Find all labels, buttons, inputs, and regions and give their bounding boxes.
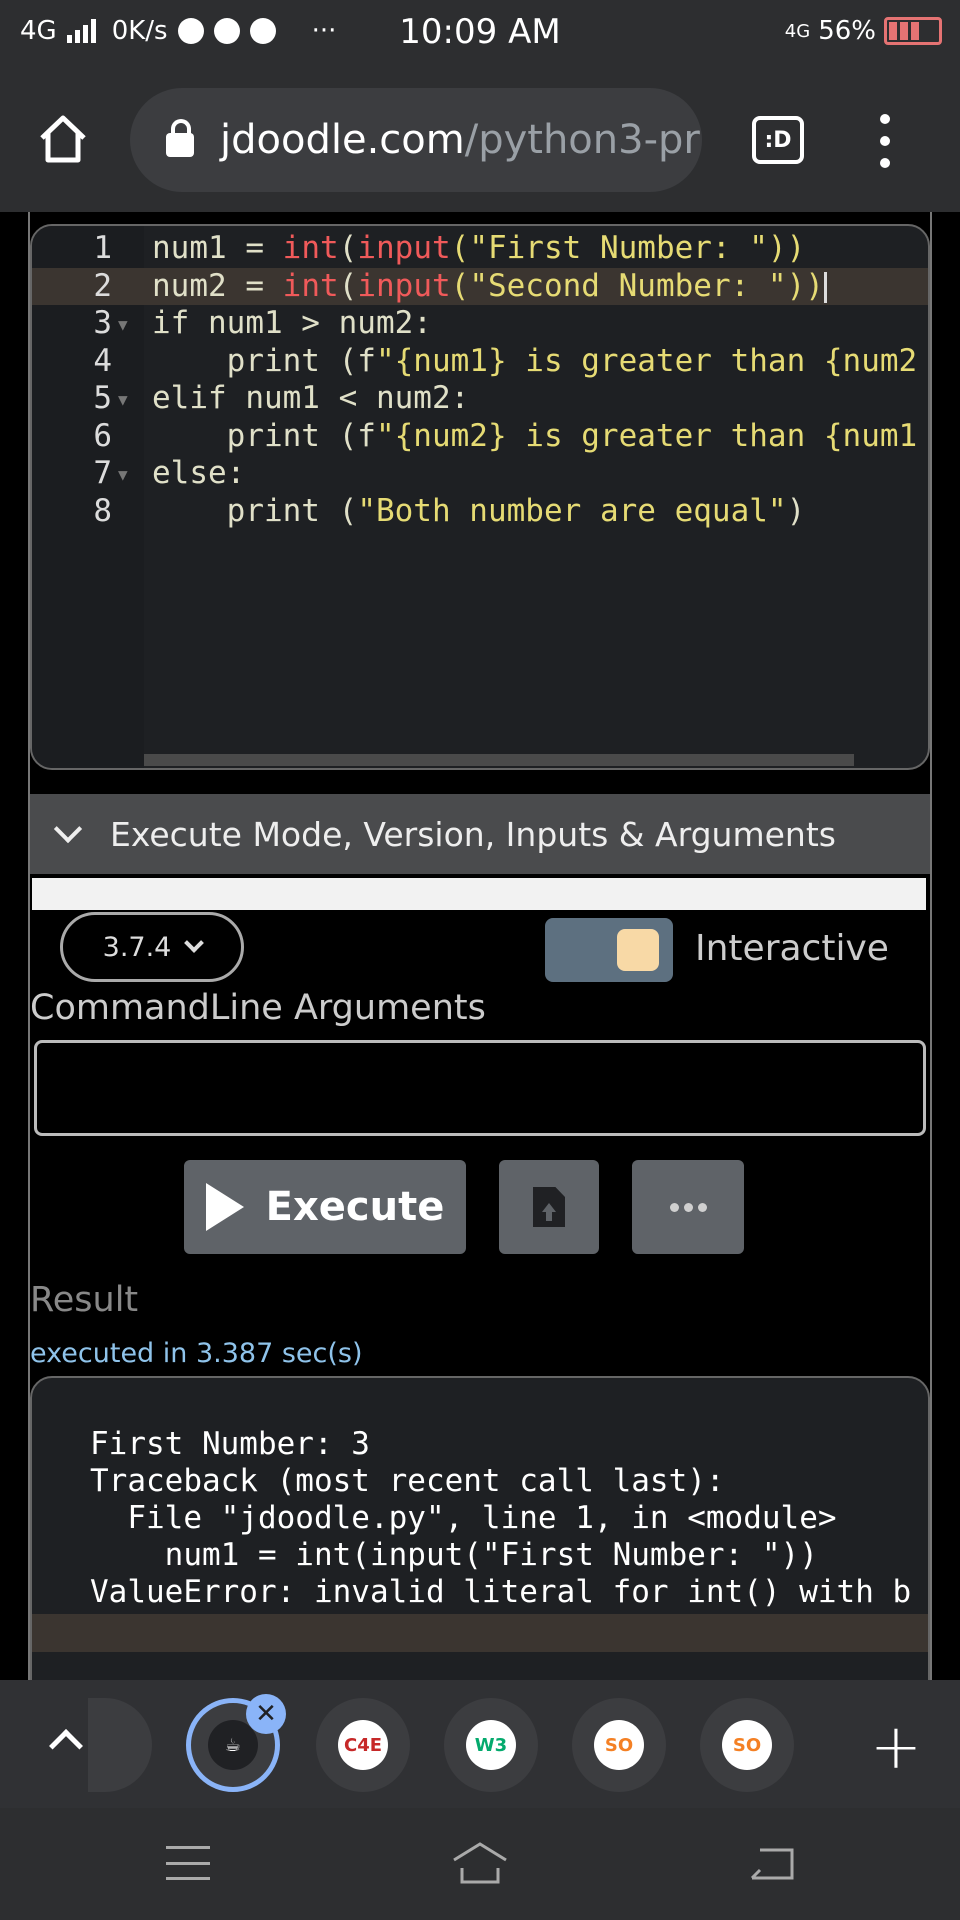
execute-button[interactable]: Execute — [184, 1160, 466, 1254]
code-text: num1 = int(input("First Number: ")) — [152, 230, 806, 266]
code-line[interactable]: 3 ▼ if num1 > num2: — [32, 305, 928, 342]
fold-arrow-icon[interactable]: ▼ — [118, 465, 128, 484]
fold-arrow-icon[interactable]: ▼ — [118, 390, 128, 409]
c4e-favicon-icon: C4E — [338, 1720, 388, 1770]
output-line: Traceback (most recent call last): — [90, 1463, 725, 1499]
tab-switcher-button[interactable]: :D — [752, 116, 804, 164]
output-panel: First Number: 3 Traceback (most recent c… — [30, 1376, 930, 1680]
execution-time: executed in 3.387 sec(s) — [30, 1338, 363, 1369]
browser-toolbar: jdoodle.com/python3-pr :D — [0, 66, 960, 212]
text-cursor — [823, 271, 827, 303]
tab-stackoverflow[interactable]: SO — [572, 1698, 666, 1792]
back-nav-icon[interactable] — [748, 1844, 796, 1884]
new-tab-button[interactable]: + — [870, 1710, 922, 1783]
stdin-strip — [32, 878, 926, 910]
execute-options-title: Execute Mode, Version, Inputs & Argument… — [110, 814, 836, 854]
line-number: 8 — [93, 492, 112, 529]
home-nav-icon[interactable] — [450, 1838, 510, 1888]
code-line[interactable]: 7 ▼ else: — [32, 455, 928, 492]
code-text: else: — [152, 455, 246, 491]
network-type-right: 4G — [784, 20, 811, 42]
tab-w3[interactable]: W3 — [444, 1698, 538, 1792]
execute-label: Execute — [265, 1184, 445, 1230]
page-content: 1 num1 = int(input("First Number: ")) 2 num… — [0, 212, 960, 1680]
url-path: /python3-pr — [464, 117, 700, 163]
cmd-args-input[interactable] — [34, 1040, 926, 1136]
file-upload-icon — [533, 1187, 565, 1227]
code-text: num2 = int(input("Second Number: ")) — [152, 268, 827, 304]
line-number: 1 — [93, 230, 112, 266]
code-line[interactable]: 2 num2 = int(input("Second Number: ")) — [32, 267, 928, 305]
execute-options-toggle[interactable]: Execute Mode, Version, Inputs & Argument… — [30, 794, 930, 874]
tab-stackoverflow-2[interactable]: SO — [700, 1698, 794, 1792]
line-number: 6 — [93, 417, 112, 454]
code-text: if num1 > num2: — [152, 305, 432, 341]
battery-percent: 56% — [818, 16, 876, 46]
result-label: Result — [30, 1280, 139, 1320]
chevron-down-icon — [53, 814, 83, 844]
code-text: print (f"{num2} is greater than {num1 — [152, 417, 918, 454]
code-text: print (f"{num1} is greater than {num2 — [152, 342, 918, 379]
editor-horizontal-scrollbar[interactable] — [144, 754, 854, 766]
tab-c4e[interactable]: C4E — [316, 1698, 410, 1792]
stackoverflow-favicon-icon: SO — [722, 1720, 772, 1770]
battery-icon — [884, 17, 942, 45]
interactive-label: Interactive — [695, 928, 889, 969]
line-number: 4 — [93, 342, 112, 379]
fold-arrow-icon[interactable]: ▼ — [118, 315, 128, 334]
output-line: File "jdoodle.py", line 1, in <module> — [90, 1500, 837, 1536]
code-text: print ("Both number are equal") — [152, 492, 806, 529]
cmd-args-label: CommandLine Arguments — [30, 988, 486, 1028]
output-line: ValueError: invalid literal for int() wi… — [90, 1574, 912, 1610]
code-line[interactable]: 1 num1 = int(input("First Number: ")) — [32, 230, 928, 267]
line-number: 7 — [93, 455, 112, 491]
version-value: 3.7.4 — [102, 931, 172, 963]
w3-favicon-icon: W3 — [466, 1720, 516, 1770]
close-tab-icon[interactable]: ✕ — [246, 1694, 286, 1734]
lock-icon — [166, 119, 194, 157]
code-line[interactable]: 5 ▼ elif num1 < num2: — [32, 380, 928, 417]
chevron-up-icon[interactable] — [49, 1729, 83, 1763]
browser-menu-icon[interactable] — [870, 114, 900, 168]
output-line: First Number: 3 — [90, 1426, 370, 1462]
tab-strip: ☕ ✕ C4E W3 SO SO + — [0, 1680, 960, 1808]
url-domain: jdoodle.com — [220, 117, 465, 163]
status-bar: 4G 0K/s ··· 10:09 AM 4G 56% — [0, 0, 960, 66]
url-bar[interactable]: jdoodle.com/python3-pr — [130, 88, 702, 192]
line-number: 2 — [93, 267, 112, 304]
output-highlight-line — [32, 1614, 928, 1652]
stackoverflow-favicon-icon: SO — [594, 1720, 644, 1770]
output-line: num1 = int(input("First Number: ")) — [90, 1537, 818, 1573]
code-editor[interactable]: 1 num1 = int(input("First Number: ")) 2 num… — [30, 224, 930, 770]
code-line[interactable]: 6 print (f"{num2} is greater than {num1 — [32, 417, 928, 455]
line-number: 3 — [93, 305, 112, 341]
chevron-down-icon — [184, 933, 205, 953]
code-line[interactable]: 4 print (f"{num1} is greater than {num2 — [32, 342, 928, 380]
system-nav-bar — [0, 1808, 960, 1920]
more-dots-icon — [669, 1202, 679, 1212]
upload-file-button[interactable] — [499, 1160, 599, 1254]
recents-icon[interactable] — [166, 1846, 210, 1880]
version-select[interactable]: 3.7.4 — [60, 912, 244, 982]
home-icon[interactable] — [36, 112, 90, 166]
interactive-toggle[interactable] — [545, 918, 673, 982]
tab-partial[interactable] — [88, 1698, 152, 1792]
code-text: elif num1 < num2: — [152, 380, 470, 416]
more-options-button[interactable] — [632, 1160, 744, 1254]
toggle-knob — [617, 929, 659, 971]
code-line[interactable]: 8 print ("Both number are equal") — [32, 492, 928, 530]
line-number: 5 — [93, 380, 112, 416]
play-icon — [205, 1183, 244, 1231]
